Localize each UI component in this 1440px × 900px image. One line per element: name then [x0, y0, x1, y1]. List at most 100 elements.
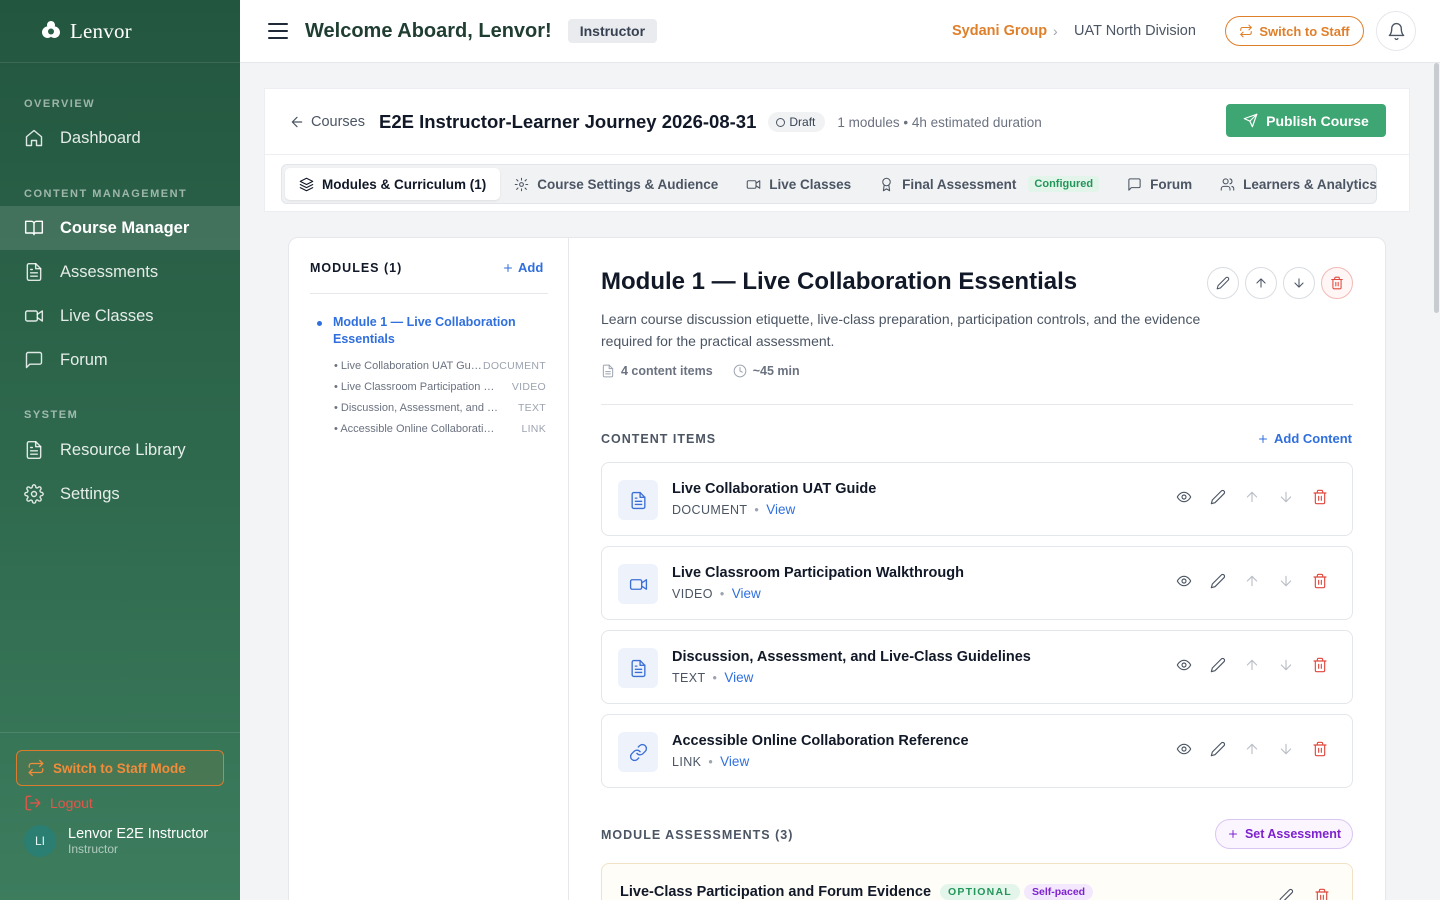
tab-course-settings[interactable]: Course Settings & Audience	[500, 168, 732, 200]
switch-to-staff-label: Switch to Staff	[1259, 23, 1350, 39]
add-content-label: Add Content	[1274, 431, 1352, 446]
sidebar-item-course-manager[interactable]: Course Manager	[0, 206, 240, 250]
logout-button[interactable]: Logout	[24, 793, 93, 813]
repeat-icon	[28, 759, 44, 777]
pencil-icon[interactable]	[1278, 888, 1294, 900]
eye-icon[interactable]	[1176, 489, 1192, 505]
trash-icon[interactable]	[1312, 741, 1328, 757]
page-title: Welcome Aboard, Lenvor!	[305, 19, 552, 42]
arrow-down-icon[interactable]	[1278, 657, 1294, 673]
arrow-up-icon[interactable]	[1244, 741, 1260, 757]
publish-course-label: Publish Course	[1266, 112, 1369, 129]
trash-icon[interactable]	[1312, 657, 1328, 673]
module-sub-item[interactable]: • Live Collaboration UAT Guide DOCUMENT	[334, 360, 546, 376]
tab-label: Course Settings & Audience	[537, 176, 719, 192]
view-link[interactable]: View	[724, 670, 753, 685]
sidebar-item-forum[interactable]: Forum	[0, 338, 240, 382]
view-link[interactable]: View	[720, 754, 749, 769]
scrollbar-thumb[interactable]	[1434, 63, 1439, 313]
breadcrumb-division[interactable]: UAT North Division	[1074, 23, 1196, 39]
pencil-icon[interactable]	[1210, 573, 1226, 589]
sidebar-item-resource-library[interactable]: Resource Library	[0, 428, 240, 472]
assessment-row[interactable]: Live-Class Participation and Forum Evide…	[601, 863, 1353, 900]
tab-label: Learners & Analytics	[1243, 176, 1377, 192]
course-title: E2E Instructor-Learner Journey 2026-08-3…	[379, 111, 757, 132]
content-item-row[interactable]: Accessible Online Collaboration Referenc…	[601, 714, 1353, 788]
set-assessment-button[interactable]: Set Assessment	[1215, 819, 1353, 849]
content-item-row[interactable]: Live Classroom Participation Walkthrough…	[601, 546, 1353, 620]
arrow-up-icon[interactable]	[1244, 489, 1260, 505]
content-item-actions	[1176, 657, 1328, 673]
plus-icon	[504, 263, 512, 272]
tab-forum[interactable]: Forum	[1113, 168, 1206, 200]
arrow-up-icon[interactable]	[1244, 573, 1260, 589]
content-item-type: TEXT	[672, 670, 706, 685]
module-sub-item[interactable]: • Discussion, Assessment, and Live-Class…	[334, 402, 546, 418]
tab-live-classes[interactable]: Live Classes	[732, 168, 865, 200]
add-module-button[interactable]: Add	[502, 260, 543, 275]
sub-item-name: • Live Collaboration UAT Guide	[334, 360, 483, 372]
module-list-item[interactable]: Module 1 — Live Collaboration Essentials	[317, 314, 537, 348]
file-text-icon	[26, 440, 42, 460]
breadcrumb-org[interactable]: Sydani Group	[952, 23, 1047, 39]
publish-course-button[interactable]: Publish Course	[1226, 104, 1386, 137]
video-icon	[24, 310, 44, 322]
content-item-row[interactable]: Live Collaboration UAT Guide DOCUMENT • …	[601, 462, 1353, 536]
document-icon-tile	[618, 480, 658, 520]
arrow-down-icon[interactable]	[1278, 741, 1294, 757]
tab-modules-curriculum[interactable]: Modules & Curriculum (1)	[285, 168, 501, 200]
notifications-button[interactable]	[1376, 11, 1416, 51]
arrow-down-icon[interactable]	[1278, 489, 1294, 505]
content-item-name: Accessible Online Collaboration Referenc…	[672, 733, 969, 749]
pencil-icon[interactable]	[1210, 489, 1226, 505]
sidebar-item-label: Assessments	[60, 262, 159, 281]
message-square-icon	[25, 351, 43, 369]
switch-to-staff-button[interactable]: Switch to Staff	[1225, 16, 1364, 46]
trash-icon[interactable]	[1314, 888, 1330, 900]
eye-icon[interactable]	[1176, 657, 1192, 673]
logout-icon	[25, 795, 41, 811]
module-assessments-heading: MODULE ASSESSMENTS (3)	[601, 828, 794, 842]
arrow-up-icon[interactable]	[1244, 657, 1260, 673]
pencil-icon[interactable]	[1210, 657, 1226, 673]
tab-learners-analytics[interactable]: Learners & Analytics	[1206, 168, 1391, 200]
module-duration: ~45 min	[733, 364, 800, 378]
move-module-up-button[interactable]	[1245, 267, 1277, 299]
tab-label: Live Classes	[769, 176, 852, 192]
brand[interactable]: Lenvor	[0, 0, 240, 63]
separator-dot: •	[712, 670, 718, 685]
plus-icon	[1228, 830, 1237, 838]
tab-final-assessment[interactable]: Final Assessment Configured	[865, 168, 1113, 200]
content-item-row[interactable]: Discussion, Assessment, and Live-Class G…	[601, 630, 1353, 704]
eye-icon[interactable]	[1176, 741, 1192, 757]
plus-icon	[1259, 434, 1267, 443]
status-badge: Draft	[768, 112, 826, 132]
back-to-courses-link[interactable]: Courses	[311, 114, 365, 130]
view-link[interactable]: View	[732, 586, 761, 601]
hamburger-menu-icon[interactable]	[266, 19, 290, 43]
module-sub-item[interactable]: • Accessible Online Collaboration Refere…	[334, 423, 546, 439]
sidebar-item-live-classes[interactable]: Live Classes	[0, 294, 240, 338]
switch-to-staff-mode-button[interactable]: Switch to Staff Mode	[16, 750, 224, 786]
view-link[interactable]: View	[766, 502, 795, 517]
set-assessment-label: Set Assessment	[1244, 827, 1342, 841]
trash-icon[interactable]	[1312, 573, 1328, 589]
sidebar-item-settings[interactable]: Settings	[0, 472, 240, 516]
edit-module-button[interactable]	[1207, 267, 1239, 299]
pencil-icon[interactable]	[1210, 741, 1226, 757]
user-profile[interactable]: LI Lenvor E2E Instructor Instructor	[24, 825, 208, 857]
assessment-name: Live-Class Participation and Forum Evide…	[620, 884, 932, 900]
arrow-down-icon[interactable]	[1278, 573, 1294, 589]
layers-icon	[299, 177, 314, 191]
module-title: Module 1 — Live Collaboration Essentials	[601, 268, 1078, 295]
arrow-left-icon[interactable]	[289, 114, 305, 130]
separator-dot: •	[719, 586, 725, 601]
eye-icon[interactable]	[1176, 573, 1192, 589]
delete-module-button[interactable]	[1321, 267, 1353, 299]
sidebar-item-assessments[interactable]: Assessments	[0, 250, 240, 294]
add-content-button[interactable]: Add Content	[1257, 431, 1352, 446]
sidebar-item-dashboard[interactable]: Dashboard	[0, 116, 240, 160]
module-sub-item[interactable]: • Live Classroom Participation Walkthrou…	[334, 381, 546, 397]
trash-icon[interactable]	[1312, 489, 1328, 505]
move-module-down-button[interactable]	[1283, 267, 1315, 299]
